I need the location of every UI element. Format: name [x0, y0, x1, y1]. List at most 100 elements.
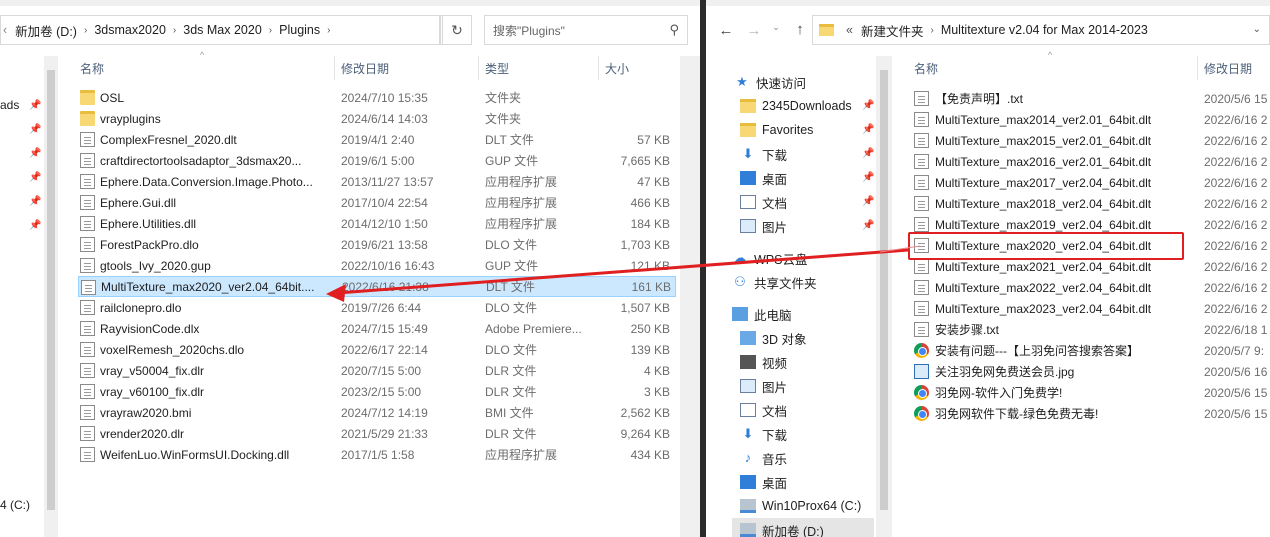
- column-header-size[interactable]: 大小: [605, 56, 675, 80]
- file-row[interactable]: 关注羽免网免费送会员.jpg 2020/5/6 16: [912, 361, 1270, 382]
- file-row[interactable]: vray_v60100_fix.dlr 2023/2/15 5:00 DLR 文件 3…: [78, 381, 676, 402]
- right-address-bar[interactable]: « 新建文件夹 › Multitexture v2.04 for Max 201…: [812, 15, 1270, 45]
- nav-item[interactable]: 文档: [740, 190, 787, 214]
- right-nav-scrollbar[interactable]: [876, 56, 892, 537]
- forward-button[interactable]: →: [744, 22, 764, 39]
- column-header-name[interactable]: 名称: [80, 56, 330, 80]
- nav-item[interactable]: 文档: [740, 398, 787, 422]
- nav-item[interactable]: 桌面: [740, 166, 787, 190]
- file-name: MultiTexture_max2014_ver2.01_64bit.dlt: [935, 112, 1152, 127]
- chevron-down-icon[interactable]: ⌄: [1253, 24, 1261, 35]
- nav-item[interactable]: ★ 快速访问: [734, 70, 806, 94]
- file-row[interactable]: MultiTexture_max2020_ver2.04_64bit.... 20…: [78, 276, 676, 297]
- file-name: MultiTexture_max2018_ver2.04_64bit.dlt: [935, 196, 1152, 211]
- breadcrumb-item[interactable]: 新建文件夹: [857, 21, 928, 40]
- file-row[interactable]: vrayraw2020.bmi 2024/7/12 14:19 BMI 文件 2,56…: [78, 402, 676, 423]
- scrollbar-thumb[interactable]: [880, 70, 888, 510]
- nav-item-partial[interactable]: ads: [0, 98, 19, 112]
- nav-item[interactable]: Win10Prox64 (C:): [740, 494, 861, 518]
- file-row[interactable]: MultiTexture_max2017_ver2.04_64bit.dlt 20…: [912, 172, 1270, 193]
- left-address-bar[interactable]: ‹ 新加卷 (D:) › 3dsmax2020 › 3ds Max 2020 ›…: [0, 15, 440, 45]
- file-row[interactable]: Ephere.Gui.dll 2017/10/4 22:54 应用程序扩展 466 K…: [78, 192, 676, 213]
- recent-dropdown-button[interactable]: ⌄: [766, 22, 786, 33]
- nav-item[interactable]: Favorites: [740, 118, 813, 142]
- column-header-date[interactable]: 修改日期: [1204, 56, 1270, 80]
- file-icon: [914, 91, 929, 106]
- nav-item-label: Win10Prox64 (C:): [762, 499, 862, 513]
- file-row[interactable]: RayvisionCode.dlx 2024/7/15 15:49 Adobe Pr…: [78, 318, 676, 339]
- column-header-type[interactable]: 类型: [485, 56, 595, 80]
- file-type: 文件夹: [485, 112, 522, 126]
- breadcrumb-item[interactable]: 3ds Max 2020: [179, 23, 266, 37]
- file-row[interactable]: vrayplugins 2024/6/14 14:03 文件夹: [78, 108, 676, 129]
- file-size: 47 KB: [637, 174, 670, 189]
- nav-item[interactable]: ♪ 音乐: [740, 446, 787, 470]
- file-date: 2019/4/1 2:40: [341, 132, 415, 147]
- column-divider[interactable]: [478, 56, 479, 80]
- column-divider[interactable]: [334, 56, 335, 80]
- file-row[interactable]: MultiTexture_max2014_ver2.01_64bit.dlt 20…: [912, 109, 1270, 130]
- nav-item[interactable]: 此电脑: [732, 302, 792, 326]
- scrollbar-thumb[interactable]: [47, 70, 55, 510]
- column-divider[interactable]: [598, 56, 599, 80]
- column-header-name[interactable]: 名称: [914, 56, 1194, 80]
- file-row[interactable]: vray_v50004_fix.dlr 2020/7/15 5:00 DLR 文件 4…: [78, 360, 676, 381]
- file-date: 2022/6/16 21:38: [342, 279, 429, 294]
- folder-icon: [819, 24, 834, 36]
- file-row[interactable]: OSL 2024/7/10 15:35 文件夹: [78, 87, 676, 108]
- file-row[interactable]: MultiTexture_max2022_ver2.04_64bit.dlt 20…: [912, 277, 1270, 298]
- breadcrumb-item[interactable]: Plugins: [275, 23, 324, 37]
- file-row[interactable]: MultiTexture_max2023_ver2.04_64bit.dlt 20…: [912, 298, 1270, 319]
- nav-item[interactable]: ⬇ 下载: [740, 422, 787, 446]
- breadcrumb-item[interactable]: 3dsmax2020: [90, 23, 170, 37]
- nav-item[interactable]: 视频: [740, 350, 787, 374]
- file-row[interactable]: Ephere.Data.Conversion.Image.Photo... 201…: [78, 171, 676, 192]
- breadcrumb-item[interactable]: Multitexture v2.04 for Max 2014-2023: [937, 23, 1152, 37]
- file-row[interactable]: MultiTexture_max2018_ver2.04_64bit.dlt 20…: [912, 193, 1270, 214]
- file-row[interactable]: railclonepro.dlo 2019/7/26 6:44 DLO 文件 1,50…: [78, 297, 676, 318]
- nav-item[interactable]: 图片: [740, 214, 787, 238]
- left-nav-scrollbar[interactable]: [44, 56, 58, 537]
- file-row[interactable]: 安装有问题---【上羽免问答搜索答案】 2020/5/7 9:: [912, 340, 1270, 361]
- nav-item[interactable]: ⚇ 共享文件夹: [732, 270, 816, 294]
- file-row[interactable]: 【免责声明】.txt 2020/5/6 15: [912, 88, 1270, 109]
- nav-item[interactable]: 桌面: [740, 470, 787, 494]
- file-row[interactable]: 羽免网-软件入门免费学! 2020/5/6 15: [912, 382, 1270, 403]
- file-icon: [81, 280, 96, 295]
- nav-item[interactable]: ☁ WPS云盘: [732, 246, 808, 270]
- nav-item[interactable]: 图片: [740, 374, 787, 398]
- breadcrumb-item[interactable]: 新加卷 (D:): [11, 21, 81, 40]
- file-row[interactable]: MultiTexture_max2015_ver2.01_64bit.dlt 20…: [912, 130, 1270, 151]
- nav-item-partial[interactable]: 4 (C:): [0, 498, 30, 512]
- file-date: 2022/10/16 16:43: [341, 258, 435, 273]
- left-file-scrollbar[interactable]: [680, 56, 700, 537]
- file-row[interactable]: 羽免网软件下载-绿色免费无毒! 2020/5/6 15: [912, 403, 1270, 424]
- up-button[interactable]: ↑: [790, 21, 810, 38]
- nav-item[interactable]: ⬇ 下载: [740, 142, 787, 166]
- column-divider[interactable]: [1197, 56, 1198, 80]
- search-input[interactable]: 搜索"Plugins" ⚲: [484, 15, 688, 45]
- file-row[interactable]: ComplexFresnel_2020.dlt 2019/4/1 2:40 DLT …: [78, 129, 676, 150]
- file-date: 2020/5/6 16: [1204, 364, 1268, 379]
- file-row[interactable]: craftdirectortoolsadaptor_3dsmax20... 201…: [78, 150, 676, 171]
- refresh-button[interactable]: ↻: [442, 15, 472, 45]
- file-row[interactable]: gtools_Ivy_2020.gup 2022/10/16 16:43 GUP 文…: [78, 255, 676, 276]
- file-row[interactable]: vrender2020.dlr 2021/5/29 21:33 DLR 文件 9,26…: [78, 423, 676, 444]
- file-row[interactable]: MultiTexture_max2016_ver2.01_64bit.dlt 20…: [912, 151, 1270, 172]
- file-row[interactable]: WeifenLuo.WinFormsUI.Docking.dll 2017/1/5…: [78, 444, 676, 465]
- back-button[interactable]: ←: [716, 22, 736, 39]
- file-date: 2013/11/27 13:57: [341, 174, 434, 189]
- file-row[interactable]: Ephere.Utilities.dll 2014/12/10 1:50 应用程序扩…: [78, 213, 676, 234]
- file-row[interactable]: 安装步骤.txt 2022/6/18 1: [912, 319, 1270, 340]
- pin-icon: 📌: [29, 196, 42, 207]
- file-row[interactable]: voxelRemesh_2020chs.dlo 2022/6/17 22:14 DL…: [78, 339, 676, 360]
- nav-item[interactable]: 新加卷 (D:): [732, 518, 874, 537]
- column-header-date[interactable]: 修改日期: [341, 56, 481, 80]
- overflow-chevron[interactable]: «: [842, 23, 857, 37]
- file-name: 羽免网-软件入门免费学!: [935, 386, 1063, 400]
- file-name: OSL: [100, 90, 125, 105]
- file-row[interactable]: ForestPackPro.dlo 2019/6/21 13:58 DLO 文件 1,…: [78, 234, 676, 255]
- nav-item[interactable]: 3D 对象: [740, 326, 806, 350]
- nav-item[interactable]: 2345Downloads: [740, 94, 852, 118]
- nav-item-label: 文档: [762, 404, 788, 419]
